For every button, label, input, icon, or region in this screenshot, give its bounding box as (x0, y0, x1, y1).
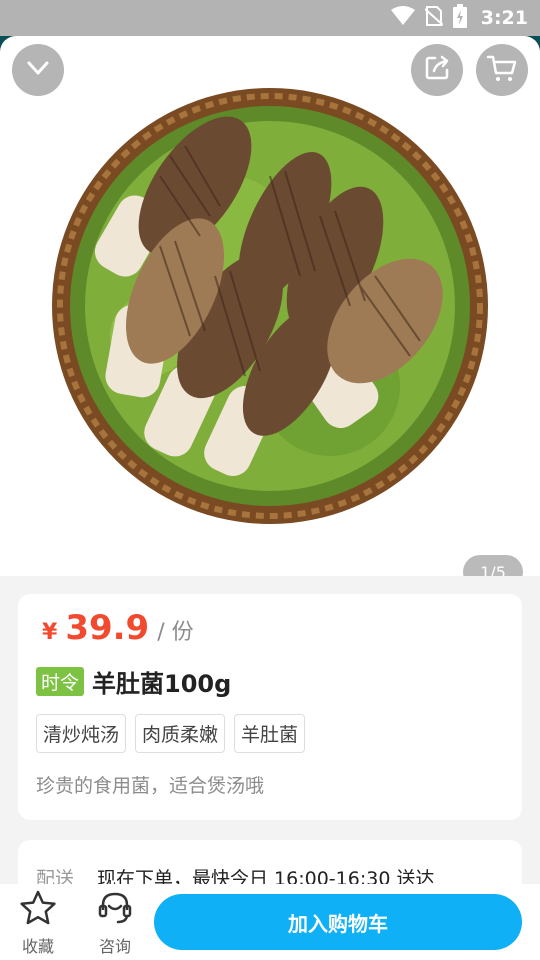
price-unit: / 份 (157, 620, 194, 645)
product-subtitle: 珍贵的食用菌，适合煲汤哦 (36, 775, 265, 797)
battery-charging-icon (452, 4, 467, 32)
add-to-cart-button[interactable]: 加入购物车 (154, 894, 522, 950)
favorite-label: 收藏 (21, 937, 54, 956)
seasonal-badge: 时令 (36, 667, 85, 696)
product-name: 羊肚菌100g (92, 670, 232, 698)
customer-service-icon (96, 890, 134, 930)
bottom-action-bar: 收藏 咨询 加入购物车 (0, 884, 540, 960)
consult-label: 咨询 (98, 937, 131, 956)
price-row: ¥ 39.9 / 份 (42, 608, 194, 648)
product-info-card: ¥ 39.9 / 份 时令 羊肚菌100g 清炒炖汤 肉质柔嫩 羊肚菌 珍贵的食… (18, 594, 522, 820)
star-icon (19, 890, 57, 930)
image-pager-indicator: 1/5 (463, 555, 523, 576)
collapse-button[interactable] (12, 44, 64, 96)
product-tags: 清炒炖汤 肉质柔嫩 羊肚菌 (36, 714, 306, 753)
product-tag: 肉质柔嫩 (135, 714, 226, 753)
product-tag: 羊肚菌 (234, 714, 306, 753)
status-bar: 3:21 (0, 0, 540, 36)
wifi-icon (390, 6, 415, 30)
title-row: 时令 羊肚菌100g (36, 664, 231, 699)
share-icon (422, 53, 452, 87)
cart-button[interactable] (476, 44, 528, 96)
currency-symbol: ¥ (42, 620, 58, 645)
product-photo (52, 88, 488, 524)
chevron-down-icon (23, 53, 53, 87)
product-tag: 清炒炖汤 (36, 714, 127, 753)
favorite-button[interactable]: 收藏 (10, 890, 66, 957)
status-icons: 3:21 (390, 4, 528, 32)
no-sim-icon (424, 5, 444, 31)
share-button[interactable] (411, 44, 463, 96)
cart-icon (486, 53, 518, 87)
product-image-carousel[interactable]: 1/5 (0, 36, 540, 576)
consult-button[interactable]: 咨询 (87, 890, 143, 957)
status-time: 3:21 (480, 7, 528, 29)
price: 39.9 (65, 608, 150, 648)
